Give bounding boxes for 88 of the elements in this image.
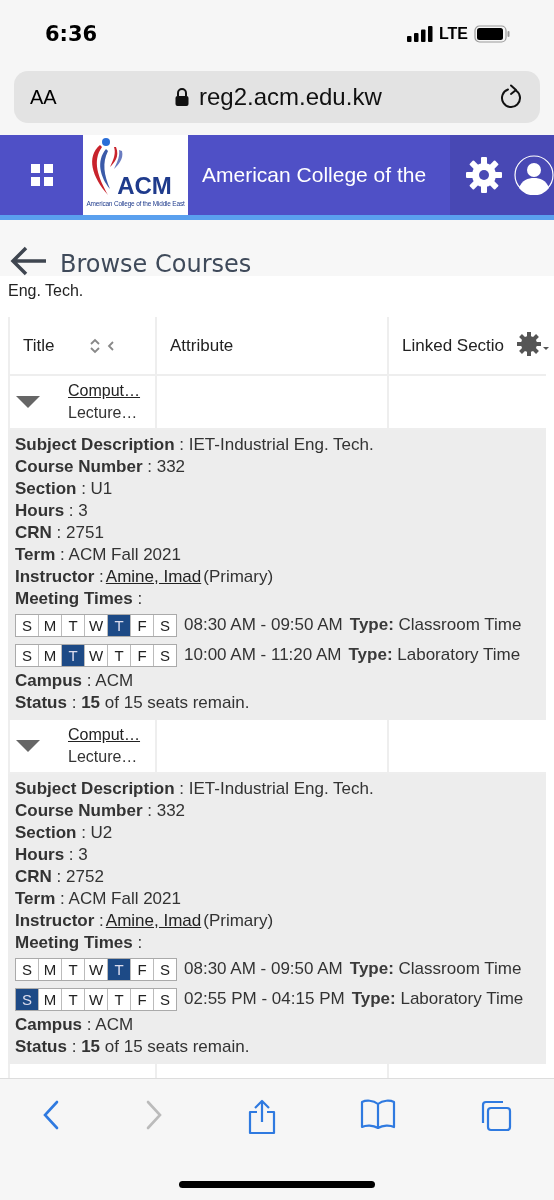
detail-line: Section : U2 xyxy=(15,822,114,844)
course-title-link[interactable]: Comput… xyxy=(68,724,141,746)
detail-line: Course Number : 332 xyxy=(15,800,187,822)
detail-line: Hours : 3 xyxy=(15,844,89,866)
expand-toggle-icon[interactable] xyxy=(16,395,40,409)
detail-label: Instructor : xyxy=(15,567,104,586)
page-title: Browse Courses xyxy=(60,250,252,278)
detail-line: Status : 15 of 15 seats remain. xyxy=(15,692,251,714)
detail-line: Subject Description : IET-Industrial Eng. Tech. xyxy=(15,434,375,456)
address-bar[interactable]: AA reg2.acm.edu.kw xyxy=(14,71,540,123)
schedule-type: Lecture… xyxy=(68,403,139,423)
meeting-time: 02:55 PM - 04:15 PM xyxy=(184,988,345,1010)
weekday-cell: M xyxy=(39,988,62,1010)
detail-line: Section : U1 xyxy=(15,478,114,500)
weekday-cell: S xyxy=(16,958,39,980)
weekday-cell: T xyxy=(108,614,131,636)
detail-label: Meeting Times : xyxy=(15,933,143,952)
bookmarks-icon[interactable] xyxy=(359,1099,396,1129)
weekday-cell: T xyxy=(108,988,131,1010)
network-label: LTE xyxy=(438,25,468,43)
detail-line: CRN : 2751 xyxy=(15,522,105,544)
instructor-role: (Primary) xyxy=(203,567,274,586)
weekday-cell: T xyxy=(62,644,85,666)
back-arrow-icon[interactable] xyxy=(10,245,48,277)
meeting-time: 08:30 AM - 09:50 AM xyxy=(184,958,343,980)
instructor-link[interactable]: Amine, Imad xyxy=(105,567,202,586)
signal-icon xyxy=(406,26,433,42)
weekday-cell: T xyxy=(62,614,85,636)
apps-grid-icon[interactable] xyxy=(30,164,53,186)
url-text: reg2.acm.edu.kw xyxy=(198,83,382,111)
weekday-cell-text: S xyxy=(159,645,171,666)
weekday-cell: W xyxy=(85,644,108,666)
weekday-cell: T xyxy=(62,988,85,1010)
detail-label: Meeting Times : xyxy=(15,589,143,608)
weekday-cell: S xyxy=(16,614,39,636)
detail-line: Status : 15 of 15 seats remain. xyxy=(15,1036,251,1058)
weekday-cell: S xyxy=(16,988,39,1010)
column-header[interactable]: Title xyxy=(23,335,55,356)
collapse-caret-icon[interactable] xyxy=(106,339,115,352)
weekday-cell: T xyxy=(108,644,131,666)
user-avatar-icon[interactable] xyxy=(514,155,554,195)
weekday-cell: M xyxy=(39,958,62,980)
share-icon[interactable] xyxy=(247,1099,277,1135)
detail-line: CRN : 2752 xyxy=(15,866,105,888)
reload-icon[interactable] xyxy=(500,84,524,110)
instructor-role: (Primary) xyxy=(203,911,274,930)
weekday-cell: T xyxy=(108,958,131,980)
weekday-cell-text: S xyxy=(159,989,171,1010)
weekday-cell: M xyxy=(39,614,62,636)
clock-time: 6:36 xyxy=(45,22,98,46)
meeting-type: Type: Laboratory Time xyxy=(351,988,524,1010)
detail-line: Campus : ACM xyxy=(15,1014,135,1036)
detail-line: Term : ACM Fall 2021 xyxy=(15,888,182,910)
column-header[interactable]: Linked Sectio xyxy=(402,335,505,356)
weekday-cell: F xyxy=(131,958,154,980)
detail-label: Instructor : xyxy=(15,911,104,930)
logo-text: ACM xyxy=(117,174,172,198)
weekday-cell-text: S xyxy=(159,959,171,980)
column-header[interactable]: Attribute xyxy=(170,335,234,356)
column-settings-icon[interactable] xyxy=(516,331,550,359)
sort-icon[interactable] xyxy=(88,337,101,354)
weekday-cell: T xyxy=(62,958,85,980)
weekday-cell: S xyxy=(16,644,39,666)
weekday-cell: F xyxy=(131,614,154,636)
weekday-cell: F xyxy=(131,988,154,1010)
meeting-type: Type: Classroom Time xyxy=(349,614,522,636)
lock-icon xyxy=(174,88,189,106)
course-title-link[interactable]: Comput… xyxy=(68,380,141,402)
weekday-cell-text: S xyxy=(159,615,171,636)
schedule-type: Lecture… xyxy=(68,747,139,767)
detail-line: Campus : ACM xyxy=(15,670,135,692)
battery-icon xyxy=(474,25,510,43)
subject-label: Eng. Tech. xyxy=(8,282,84,299)
detail-line: Course Number : 332 xyxy=(15,456,187,478)
settings-icon[interactable] xyxy=(464,155,504,195)
expand-toggle-icon[interactable] xyxy=(16,739,40,753)
detail-line: Term : ACM Fall 2021 xyxy=(15,544,182,566)
detail-line: Subject Description : IET-Industrial Eng. Tech. xyxy=(15,778,375,800)
meeting-type: Type: Classroom Time xyxy=(349,958,522,980)
meeting-type: Type: Laboratory Time xyxy=(348,644,521,666)
instructor-link[interactable]: Amine, Imad xyxy=(105,911,202,930)
site-title: American College of the xyxy=(202,163,427,187)
weekday-cell: W xyxy=(85,988,108,1010)
detail-line: Hours : 3 xyxy=(15,500,89,522)
text-size-button[interactable]: AA xyxy=(30,85,57,109)
meeting-time: 08:30 AM - 09:50 AM xyxy=(184,614,343,636)
weekday-cell: F xyxy=(131,644,154,666)
meeting-time: 10:00 AM - 11:20 AM xyxy=(184,644,342,666)
